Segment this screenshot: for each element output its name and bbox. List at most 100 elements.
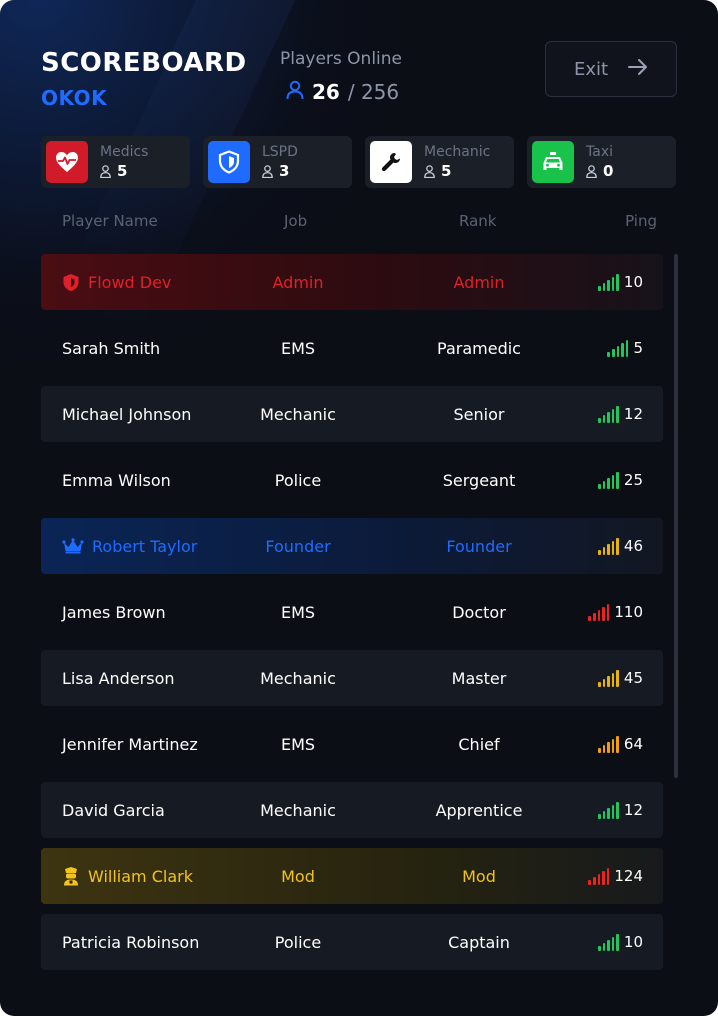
signal-bars-icon xyxy=(597,933,619,951)
signal-bars-icon xyxy=(597,537,619,555)
player-job: Admin xyxy=(272,272,324,292)
signal-bars-icon xyxy=(597,471,619,489)
table-row[interactable]: Flowd Dev Admin Admin 10 xyxy=(41,254,663,310)
player-job: Mechanic xyxy=(260,404,336,424)
player-rank: Admin xyxy=(453,272,505,292)
player-rank: Sergeant xyxy=(442,470,516,490)
player-job: Mod xyxy=(281,866,315,886)
table-row[interactable]: Robert Taylor Founder Founder 46 xyxy=(41,518,663,574)
player-name-cell: Sarah Smith xyxy=(62,320,160,376)
ping-cell: 10 xyxy=(597,254,643,310)
ping-value: 10 xyxy=(623,933,643,951)
ping-cell: 46 xyxy=(597,518,643,574)
wrench-icon xyxy=(370,141,412,183)
scrollbar[interactable] xyxy=(674,254,678,778)
job-card-taxi: Taxi 0 xyxy=(527,136,676,188)
job-card-name: Medics xyxy=(100,144,149,160)
player-name-cell: James Brown xyxy=(62,584,166,640)
ping-cell: 45 xyxy=(597,650,643,706)
column-header-ping: Ping xyxy=(625,212,657,230)
signal-bars-icon xyxy=(597,273,619,291)
online-max: / 256 xyxy=(347,80,400,104)
player-name-cell: Jennifer Martinez xyxy=(62,716,198,772)
user-outline-icon xyxy=(586,164,597,178)
ping-cell: 12 xyxy=(597,782,643,838)
job-card-mechanic: Mechanic 5 xyxy=(365,136,514,188)
player-rank: Doctor xyxy=(452,602,506,622)
ping-cell: 5 xyxy=(607,320,643,376)
player-name-cell: Patricia Robinson xyxy=(62,914,199,970)
signal-bars-icon xyxy=(588,603,610,621)
player-name: Robert Taylor xyxy=(92,536,198,556)
table-header: Player Name Job Rank Ping xyxy=(41,212,663,234)
ping-value: 124 xyxy=(614,867,643,885)
player-name-cell: Lisa Anderson xyxy=(62,650,175,706)
job-summary-cards: Medics 5 LSPD 3 Mechanic 5 Taxi 0 xyxy=(41,136,677,188)
player-rank: Senior xyxy=(453,404,505,424)
player-name: Flowd Dev xyxy=(88,272,172,292)
players-online-label: Players Online xyxy=(280,49,402,69)
ping-cell: 25 xyxy=(597,452,643,508)
player-rank: Master xyxy=(451,668,507,688)
player-name: William Clark xyxy=(88,866,193,886)
player-name: James Brown xyxy=(62,602,166,622)
player-rank: Chief xyxy=(458,734,500,754)
player-name-cell: Emma Wilson xyxy=(62,452,171,508)
table-row[interactable]: Patricia Robinson Police Captain 10 xyxy=(41,914,663,970)
server-name: OKOK xyxy=(41,86,108,110)
player-job: EMS xyxy=(280,338,316,358)
table-row[interactable]: Jennifer Martinez EMS Chief 64 xyxy=(41,716,663,772)
ping-value: 12 xyxy=(623,405,643,423)
job-card-count: 5 xyxy=(117,162,128,180)
player-name: Patricia Robinson xyxy=(62,932,200,952)
table-row[interactable]: Lisa Anderson Mechanic Master 45 xyxy=(41,650,663,706)
player-rank: Apprentice xyxy=(435,800,523,820)
exit-label: Exit xyxy=(573,58,609,80)
job-card-count: 0 xyxy=(603,162,614,180)
table-row[interactable]: Sarah Smith EMS Paramedic 5 xyxy=(41,320,663,376)
player-job: Police xyxy=(274,932,322,952)
player-job: EMS xyxy=(280,734,316,754)
shield-icon xyxy=(208,141,250,183)
table-row[interactable]: William Clark Mod Mod 124 xyxy=(41,848,663,904)
signal-bars-icon xyxy=(597,405,619,423)
arrow-right-icon xyxy=(628,58,648,80)
player-rank: Mod xyxy=(462,866,496,886)
player-job: Founder xyxy=(265,536,331,556)
heart-pulse-icon xyxy=(46,141,88,183)
ping-value: 25 xyxy=(623,471,643,489)
table-row[interactable]: Emma Wilson Police Sergeant 25 xyxy=(41,452,663,508)
table-row[interactable]: James Brown EMS Doctor 110 xyxy=(41,584,663,640)
player-rank: Paramedic xyxy=(437,338,521,358)
job-card-count: 3 xyxy=(279,162,290,180)
table-row[interactable]: David Garcia Mechanic Apprentice 12 xyxy=(41,782,663,838)
signal-bars-icon xyxy=(588,867,610,885)
ping-value: 5 xyxy=(633,339,643,357)
player-name-cell: Flowd Dev xyxy=(62,254,171,310)
ping-value: 110 xyxy=(614,603,643,621)
signal-bars-icon xyxy=(597,669,619,687)
police-officer-icon xyxy=(62,866,80,886)
players-online-count: 26 / 256 xyxy=(286,80,399,104)
player-name: Jennifer Martinez xyxy=(62,734,198,754)
exit-button[interactable]: Exit xyxy=(545,41,677,97)
ping-value: 10 xyxy=(623,273,643,291)
player-name-cell: Michael Johnson xyxy=(62,386,191,442)
shield-icon xyxy=(62,273,80,292)
player-name: Sarah Smith xyxy=(62,338,161,358)
signal-bars-icon xyxy=(597,735,619,753)
column-header-rank: Rank xyxy=(459,212,497,230)
player-job: Mechanic xyxy=(260,800,336,820)
table-row[interactable]: Michael Johnson Mechanic Senior 12 xyxy=(41,386,663,442)
signal-bars-icon xyxy=(597,801,619,819)
player-name-cell: David Garcia xyxy=(62,782,165,838)
ping-cell: 12 xyxy=(597,386,643,442)
player-name-cell: Robert Taylor xyxy=(62,518,197,574)
ping-cell: 64 xyxy=(597,716,643,772)
signal-bars-icon xyxy=(607,339,629,357)
job-card-name: Taxi xyxy=(586,144,613,160)
job-card-name: Mechanic xyxy=(424,144,491,160)
player-job: Mechanic xyxy=(260,668,336,688)
user-outline-icon xyxy=(262,164,273,178)
player-name: Emma Wilson xyxy=(62,470,171,490)
